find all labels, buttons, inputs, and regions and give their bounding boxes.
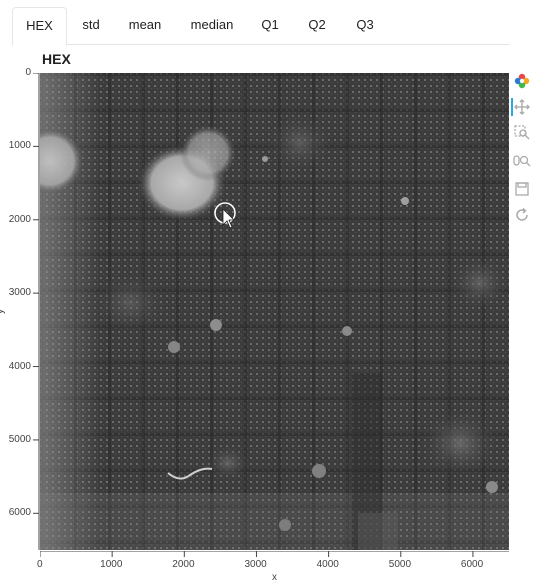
tab-bar: HEX std mean median Q1 Q2 Q3: [12, 7, 510, 46]
box-zoom-icon[interactable]: [513, 124, 531, 142]
x-tick-label: 1000: [100, 559, 123, 570]
plot-toolbar: [511, 72, 533, 232]
x-tick-label: 0: [37, 559, 43, 570]
x-tick-label: 3000: [244, 559, 267, 570]
x-tick-label: 2000: [172, 559, 195, 570]
y-tick-label: 1000: [8, 140, 31, 152]
tab-median[interactable]: median: [184, 7, 240, 43]
x-tick-label: 6000: [460, 559, 484, 570]
y-tick-label: 5000: [8, 433, 31, 445]
x-axis-label: x: [272, 572, 277, 583]
active-tool-indicator: [511, 98, 513, 116]
bokeh-logo-icon[interactable]: [513, 72, 531, 90]
reset-icon[interactable]: [513, 206, 531, 224]
tab-std[interactable]: std: [74, 7, 108, 43]
y-tick-label: 6000: [8, 507, 31, 519]
hex-image-svg: [40, 73, 509, 550]
tab-hex[interactable]: HEX: [12, 7, 67, 46]
y-tick-label: 3000: [8, 287, 31, 299]
save-icon[interactable]: [513, 180, 531, 198]
y-tick-label: 4000: [8, 360, 31, 372]
y-tick-label: 0: [25, 67, 31, 78]
y-axis-label: y: [0, 309, 6, 314]
y-axis: 0 1000 2000 3000 4000 5000 6000: [0, 67, 40, 550]
tab-q3[interactable]: Q3: [350, 7, 380, 43]
x-tick-label: 4000: [316, 559, 339, 570]
tab-mean[interactable]: mean: [120, 7, 170, 43]
pan-icon[interactable]: [513, 98, 531, 116]
tab-q1[interactable]: Q1: [255, 7, 285, 43]
y-tick-label: 2000: [8, 213, 31, 225]
heatmap-image[interactable]: [40, 73, 509, 550]
x-tick-label: 5000: [388, 559, 412, 570]
wheel-zoom-icon[interactable]: [513, 152, 531, 170]
plot-title: HEX: [42, 51, 71, 67]
tab-q2[interactable]: Q2: [302, 7, 332, 43]
